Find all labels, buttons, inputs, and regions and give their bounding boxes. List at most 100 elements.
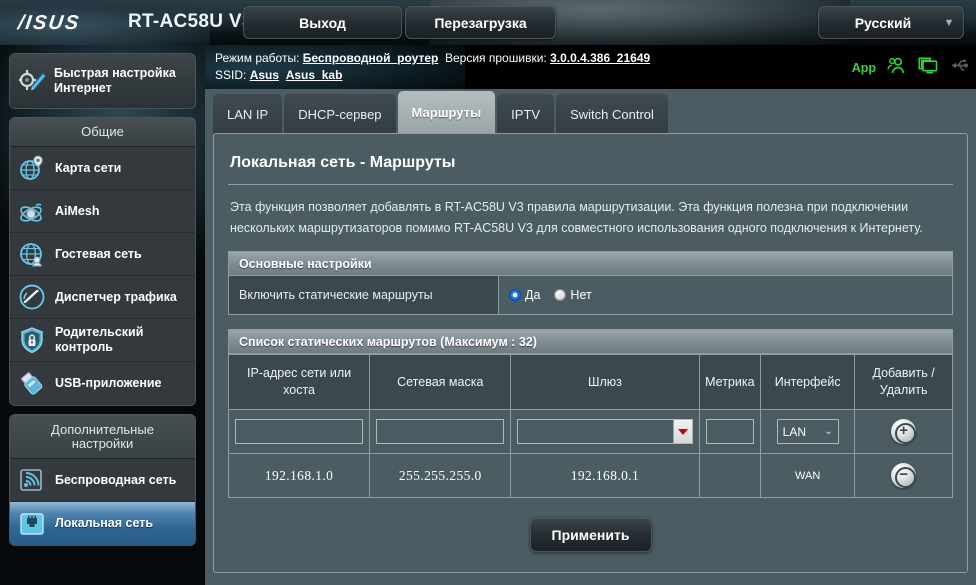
sidebar-item-label: USB-приложение: [55, 376, 162, 390]
shield-lock-icon: [18, 326, 46, 354]
basic-settings-body: Включить статические маршруты Да Нет: [228, 276, 953, 315]
static-routes-list-header: Список статических маршрутов (Максимум :…: [228, 329, 953, 354]
sidebar-group-advanced: Дополнительные настройки Беспроводная сет…: [9, 414, 196, 546]
chevron-down-icon: ▼: [943, 16, 955, 29]
cell-netmask: 255.255.255.0: [369, 453, 512, 498]
ip-input[interactable]: [235, 419, 364, 444]
wireless-icon: [18, 466, 46, 494]
ssid-link-1[interactable]: Asus: [250, 68, 279, 82]
reboot-button[interactable]: Перезагрузка: [405, 6, 556, 39]
ssid-line: SSID: Asus Asus_kab: [215, 68, 342, 82]
apply-row: Применить: [228, 498, 953, 558]
routes-panel: Локальная сеть - Маршруты Эта функция по…: [213, 133, 968, 573]
delete-route-button[interactable]: −: [891, 463, 917, 488]
sidebar-quick-label: Быстрая настройка Интернет: [54, 66, 176, 95]
ssid-label: SSID:: [215, 68, 247, 82]
magic-wand-gear-icon: [18, 67, 46, 95]
th-add-delete: Добавить / Удалить: [854, 354, 953, 410]
globe-guest-icon: [18, 240, 46, 268]
cell-interface-select: LAN ⌄: [760, 409, 856, 454]
radio-no[interactable]: Нет: [554, 288, 592, 302]
sidebar-item-aimesh[interactable]: AiMesh: [10, 190, 195, 233]
sidebar-item-network-map[interactable]: Карта сети: [10, 147, 195, 190]
add-route-button[interactable]: +: [891, 419, 917, 444]
th-netmask: Сетевая маска: [369, 354, 512, 410]
operation-mode-line: Режим работы: Беспроводной_роутер Версия…: [215, 51, 650, 65]
th-gateway: Шлюз: [510, 354, 700, 410]
sidebar-item-label: Гостевая сеть: [55, 246, 142, 261]
tab-iptv[interactable]: IPTV: [497, 94, 555, 134]
clients-people-icon[interactable]: [887, 57, 907, 79]
sidebar: Быстрая настройка Интернет Общие Карта се…: [0, 45, 205, 585]
minus-icon: −: [899, 466, 908, 483]
table-input-row: LAN ⌄ +: [227, 409, 953, 454]
lan-port-icon: [18, 510, 46, 538]
table-row: 192.168.1.0 255.255.255.0 192.168.0.1 WA…: [227, 453, 953, 498]
plus-icon: +: [899, 422, 908, 439]
chevron-down-icon: ⌄: [824, 426, 833, 437]
metric-input[interactable]: [705, 419, 755, 444]
enable-static-routes-control: Да Нет: [499, 276, 952, 314]
dropdown-arrow-icon: [672, 420, 692, 443]
sidebar-item-label: Локальная сеть: [55, 516, 154, 530]
screen-monitor-icon[interactable]: [918, 57, 938, 79]
usb-stick-icon: [18, 370, 46, 398]
logout-button[interactable]: Выход: [243, 6, 402, 39]
asus-logo: /ISUS: [16, 12, 82, 34]
sidebar-item-traffic-manager[interactable]: Диспетчер трафика: [10, 276, 195, 319]
cell-delete-button: −: [854, 453, 953, 498]
radio-no-label: Нет: [570, 288, 592, 302]
radio-no-dot: [554, 289, 567, 301]
cell-ip-input: [227, 409, 371, 454]
operation-mode-link[interactable]: Беспроводной_роутер: [303, 51, 439, 65]
netmask-input[interactable]: [376, 419, 505, 444]
sidebar-item-usb-application[interactable]: USB-приложение: [10, 362, 195, 405]
radio-yes-dot: [509, 289, 521, 301]
page-title: Локальная сеть - Маршруты: [228, 146, 953, 185]
static-routes-list: Список статических маршрутов (Максимум :…: [227, 329, 953, 498]
enable-static-routes-label: Включить статические маршруты: [229, 276, 499, 314]
top-header-bar: /ISUS RT-AC58U V3 Выход Перезагрузка Рус…: [0, 0, 976, 45]
tab-dhcp-server[interactable]: DHCP-сервер: [284, 94, 396, 134]
ssid-link-2[interactable]: Asus_kab: [286, 68, 343, 82]
language-label: Русский: [854, 14, 912, 31]
cell-gateway: 192.168.0.1: [510, 453, 700, 498]
sidebar-item-label: AiMesh: [55, 203, 100, 218]
cell-netmask-input: [369, 409, 512, 454]
page-description: Эта функция позволяет добавлять в RT-AC5…: [230, 200, 923, 235]
cell-interface: WAN: [760, 453, 856, 498]
gateway-select[interactable]: [517, 419, 693, 444]
main-content: Режим работы: Беспроводной_роутер Версия…: [205, 45, 976, 585]
apply-button[interactable]: Применить: [529, 518, 652, 552]
th-ip: IP-адрес сети или хоста: [227, 354, 371, 410]
tab-routes[interactable]: Маршруты: [397, 91, 496, 134]
tab-lan-ip[interactable]: LAN IP: [213, 94, 283, 134]
interface-select[interactable]: LAN ⌄: [776, 419, 839, 444]
sidebar-item-label: Беспроводная сеть: [55, 472, 177, 487]
firmware-version-link[interactable]: 3.0.0.4.386_21649: [550, 51, 650, 65]
static-routes-table: IP-адрес сети или хоста Сетевая маска Шл…: [227, 354, 953, 498]
cell-gateway-select: [510, 409, 700, 454]
cell-add-button: +: [854, 409, 953, 454]
language-selector[interactable]: Русский ▼: [818, 6, 964, 39]
radio-yes[interactable]: Да: [509, 288, 540, 302]
tab-switch-control[interactable]: Switch Control: [556, 94, 668, 134]
tab-bar: LAN IP DHCP-сервер Маршруты IPTV Switch …: [213, 89, 668, 134]
cell-ip: 192.168.1.0: [227, 453, 371, 498]
mode-label: Режим работы:: [215, 51, 300, 65]
sidebar-group-advanced-title: Дополнительные настройки: [10, 415, 195, 459]
sidebar-item-label: Родительский контроль: [55, 325, 144, 354]
firmware-label: Версия прошивки:: [445, 51, 547, 65]
usb-icon[interactable]: [949, 57, 969, 79]
sidebar-item-wireless[interactable]: Беспроводная сеть: [10, 459, 195, 502]
sidebar-group-general-title: Общие: [10, 118, 195, 147]
sidebar-group-general: Общие Карта сети AiMesh Гостевая сеть Ди…: [9, 117, 196, 406]
app-label[interactable]: App: [852, 61, 876, 75]
sidebar-item-quick-internet-setup[interactable]: Быстрая настройка Интернет: [10, 54, 195, 108]
sidebar-item-parental-control[interactable]: Родительский контроль: [10, 319, 195, 362]
sidebar-item-guest-network[interactable]: Гостевая сеть: [10, 233, 195, 276]
sidebar-item-lan[interactable]: Локальная сеть: [10, 502, 195, 545]
router-info-bar: Режим работы: Беспроводной_роутер Версия…: [205, 45, 976, 89]
interface-select-value: LAN: [782, 424, 806, 439]
sidebar-group-quick: Быстрая настройка Интернет: [9, 53, 196, 109]
